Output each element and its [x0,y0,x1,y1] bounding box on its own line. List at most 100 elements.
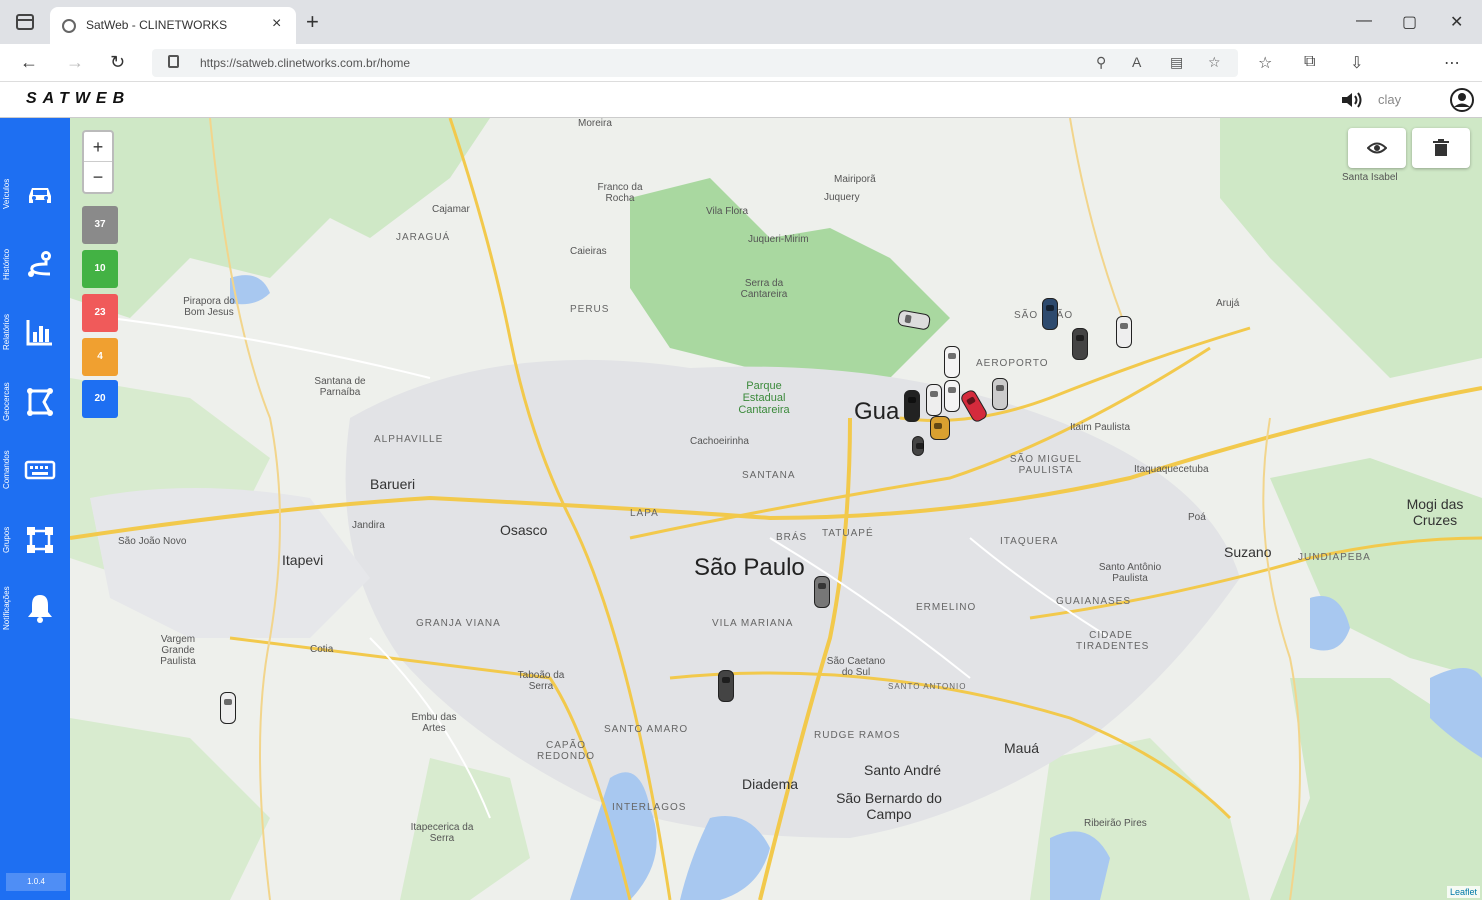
download-icon[interactable]: ⇩ [1350,53,1363,73]
place-label: Santa Isabel [1342,172,1398,183]
url-field[interactable]: https://satweb.clinetworks.com.br/home ⚲… [152,49,1238,77]
maximize-icon[interactable]: ▢ [1402,12,1417,32]
sidebar-item-reports[interactable]: Relatórios [0,300,70,364]
sidebar-item-label: Notificações [2,586,11,630]
tab-title: SatWeb - CLINETWORKS [86,18,228,32]
favorite-add-icon[interactable]: ☆ [1208,54,1221,71]
reader-icon[interactable]: ▤ [1170,54,1183,71]
district-label: ITAQUERA [1000,536,1059,547]
place-label: São Caetano do Sul [826,656,886,678]
place-label: Vila Flora [706,206,749,217]
place-label: Santo Antônio Paulista [1098,562,1162,584]
counter-moving[interactable]: 20 [82,380,118,418]
window-close-icon[interactable]: ✕ [1450,12,1463,32]
place-label: Itapevi [282,552,324,568]
place-label: Juqueri-Mirim [748,234,809,245]
district-label: SÃO MIGUEL PAULISTA [1009,454,1083,476]
favorites-icon[interactable]: ☆ [1258,53,1272,73]
app-version: 1.0.4 [6,873,66,891]
vehicle-marker[interactable] [718,670,734,702]
url-text: https://satweb.clinetworks.com.br/home [200,56,411,70]
vehicle-marker[interactable] [930,416,950,440]
place-label: Mauá [1004,740,1040,756]
place-label: Poá [1188,512,1206,523]
place-label: Franco da Rocha [597,182,643,204]
place-label: Santana de Parnaíba [314,376,366,398]
vehicle-marker[interactable] [814,576,830,608]
clear-button[interactable] [1412,128,1470,168]
sidebar-item-history[interactable]: Histórico [0,232,70,296]
place-label: São Paulo [694,554,805,581]
address-bar: ← → ↻ https://satweb.clinetworks.com.br/… [0,44,1482,82]
place-label: Cajamar [432,204,470,215]
vehicle-marker[interactable] [926,384,942,416]
place-label: Juquery [824,192,860,203]
counter-total[interactable]: 37 [82,206,118,244]
place-label: Embu das Artes [411,712,457,734]
vehicle-marker[interactable] [1042,298,1058,330]
district-label: LAPA [630,508,659,519]
zoom-out-button[interactable]: − [84,162,112,192]
browser-tab[interactable]: SatWeb - CLINETWORKS × [50,7,296,44]
user-account-icon[interactable] [1450,88,1474,112]
vehicle-marker[interactable] [992,378,1008,410]
lock-icon [168,55,179,68]
minimize-icon[interactable]: — [1356,12,1372,30]
route-icon [28,251,51,277]
place-label: Arujá [1216,298,1240,309]
district-label: AEROPORTO [976,358,1049,369]
sidebar-item-geofences[interactable]: Geocercas [0,370,70,434]
district-label: INTERLAGOS [612,802,687,813]
district-label: VILA MARIANA [712,618,794,629]
vehicle-marker[interactable] [944,380,960,412]
place-label: Serra da Cantareira [740,278,788,300]
sidebar-item-vehicles[interactable]: Veículos [0,162,70,226]
vehicle-marker[interactable] [944,346,960,378]
district-label: GUAIANASES [1056,596,1132,607]
vehicle-marker[interactable] [220,692,236,724]
zoom-control: + − [82,130,114,194]
tab-actions-icon[interactable] [16,14,34,30]
vehicle-marker[interactable] [912,436,924,456]
read-aloud-icon[interactable]: A [1132,54,1141,70]
leaflet-attribution[interactable]: Leaflet [1446,886,1480,898]
counter-offline[interactable]: 23 [82,294,118,332]
place-label: Cachoeirinha [690,436,749,447]
district-label: BRÁS [776,532,808,543]
more-icon[interactable]: ⋯ [1444,53,1460,73]
reload-icon[interactable]: ↻ [110,52,125,73]
back-icon[interactable]: ← [20,52,38,73]
place-label: Cotia [310,644,334,655]
place-label: Itaim Paulista [1070,422,1131,433]
collections-icon[interactable]: ⧉ [1304,53,1315,71]
search-icon[interactable]: ⚲ [1096,54,1106,71]
sidebar-item-notifications[interactable]: Notificações [0,576,70,640]
vehicle-marker[interactable] [1116,316,1132,348]
visibility-button[interactable] [1348,128,1406,168]
sidebar-item-groups[interactable]: Grupos [0,508,70,572]
sidebar-item-commands[interactable]: Comandos [0,438,70,502]
geofence-icon [27,388,53,416]
place-label: São Bernardo do Campo [836,790,942,822]
forward-icon[interactable]: → [66,52,84,73]
vehicle-marker[interactable] [1072,328,1088,360]
tab-close-icon[interactable]: × [272,15,281,33]
district-label: JUNDIAPEBA [1298,552,1371,563]
zoom-in-button[interactable]: + [84,132,112,162]
app-header: SATWEB clay [0,82,1482,118]
place-label: Pirapora do Bom Jesus [183,296,235,318]
district-label: CIDADE TIRADENTES [1076,630,1150,652]
map-view[interactable]: + − 37 10 23 4 20 São Paulo Gua Barueri … [70,118,1482,900]
counter-online[interactable]: 10 [82,250,118,288]
counter-alert[interactable]: 4 [82,338,118,376]
place-label: Mairiporã [834,174,876,185]
vehicle-marker[interactable] [904,390,920,422]
place-label: Itaquaquecetuba [1134,464,1209,475]
place-label: Osasco [500,522,548,538]
speaker-icon[interactable] [1340,91,1364,109]
sidebar-item-label: Comandos [2,450,11,490]
username: clay [1378,92,1402,107]
district-label: PERUS [570,304,610,315]
new-tab-icon[interactable]: + [306,11,319,33]
chart-icon [26,320,52,346]
